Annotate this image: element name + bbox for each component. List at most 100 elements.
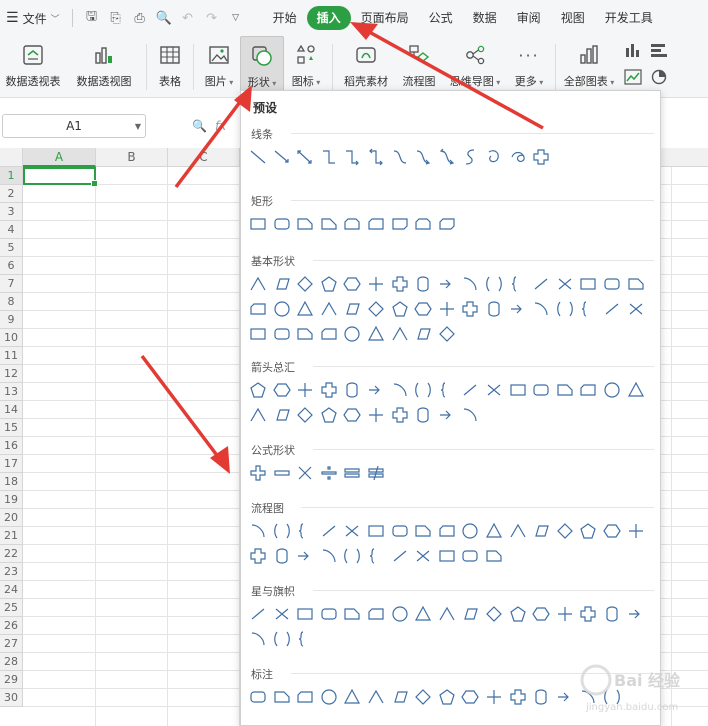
row-header[interactable]: 1: [0, 167, 23, 185]
shape-item[interactable]: [248, 380, 268, 400]
shape-item[interactable]: [484, 521, 504, 541]
shape-item[interactable]: [484, 687, 504, 707]
shape-item[interactable]: [342, 463, 362, 483]
shape-item[interactable]: [366, 299, 386, 319]
icons-button[interactable]: 图标 ▾: [284, 36, 328, 98]
shape-item[interactable]: [602, 274, 622, 294]
shape-item[interactable]: [531, 521, 551, 541]
shape-item[interactable]: [437, 214, 457, 234]
shape-item[interactable]: [248, 687, 268, 707]
shape-item[interactable]: [437, 299, 457, 319]
shape-item[interactable]: [366, 687, 386, 707]
shape-item[interactable]: [342, 521, 362, 541]
shape-item[interactable]: [413, 147, 433, 167]
shape-item[interactable]: [555, 380, 575, 400]
shape-item[interactable]: [626, 299, 646, 319]
shape-item[interactable]: [390, 274, 410, 294]
shape-item[interactable]: [555, 274, 575, 294]
shape-item[interactable]: [248, 147, 268, 167]
shape-item[interactable]: [342, 546, 362, 566]
column-header-c[interactable]: C: [168, 148, 240, 167]
shape-item[interactable]: [437, 380, 457, 400]
shape-item[interactable]: [295, 604, 315, 624]
row-header[interactable]: 4: [0, 221, 23, 239]
row-header[interactable]: 6: [0, 257, 23, 275]
print-preview-icon[interactable]: 🔍: [155, 9, 173, 27]
shape-item[interactable]: [248, 299, 268, 319]
shape-item[interactable]: [555, 521, 575, 541]
shape-item[interactable]: [413, 274, 433, 294]
row-header[interactable]: 25: [0, 599, 23, 617]
shape-item[interactable]: [484, 147, 504, 167]
shape-item[interactable]: [248, 274, 268, 294]
fx-label[interactable]: fx: [215, 119, 226, 133]
shape-item[interactable]: [319, 324, 339, 344]
shape-item[interactable]: [295, 546, 315, 566]
shape-item[interactable]: [342, 214, 362, 234]
shape-item[interactable]: [390, 405, 410, 425]
shape-item[interactable]: [413, 214, 433, 234]
shape-item[interactable]: [295, 463, 315, 483]
more-button[interactable]: ··· 更多 ▾: [507, 36, 551, 98]
shape-item[interactable]: [484, 380, 504, 400]
tab-4[interactable]: 数据: [463, 6, 507, 30]
shape-item[interactable]: [342, 324, 362, 344]
row-header[interactable]: 22: [0, 545, 23, 563]
undo-icon[interactable]: ↶: [179, 9, 197, 27]
shape-item[interactable]: [413, 604, 433, 624]
shapes-button[interactable]: 形状 ▾: [240, 36, 284, 98]
pivot-table-button[interactable]: 数据透视表: [0, 36, 66, 98]
shape-item[interactable]: [295, 687, 315, 707]
selected-cell-a1[interactable]: [23, 167, 98, 187]
shape-item[interactable]: [413, 405, 433, 425]
shape-item[interactable]: [272, 214, 292, 234]
shape-item[interactable]: [272, 546, 292, 566]
shape-item[interactable]: [366, 147, 386, 167]
name-box[interactable]: A1 ▼: [2, 114, 146, 138]
shape-item[interactable]: [508, 687, 528, 707]
shape-item[interactable]: [531, 380, 551, 400]
shape-item[interactable]: [602, 299, 622, 319]
shape-item[interactable]: [272, 147, 292, 167]
shape-item[interactable]: [460, 521, 480, 541]
shape-item[interactable]: [366, 274, 386, 294]
row-header[interactable]: 30: [0, 689, 23, 707]
tab-2[interactable]: 页面布局: [351, 6, 419, 30]
row-header[interactable]: 10: [0, 329, 23, 347]
shape-item[interactable]: [272, 405, 292, 425]
shape-item[interactable]: [248, 546, 268, 566]
mindmap-button[interactable]: 思维导图 ▾: [443, 36, 507, 98]
shape-item[interactable]: [319, 546, 339, 566]
shape-item[interactable]: [390, 521, 410, 541]
shape-item[interactable]: [437, 324, 457, 344]
shape-item[interactable]: [626, 380, 646, 400]
shape-item[interactable]: [413, 380, 433, 400]
row-header[interactable]: 15: [0, 419, 23, 437]
shape-item[interactable]: [366, 546, 386, 566]
shape-item[interactable]: [413, 299, 433, 319]
shape-item[interactable]: [484, 299, 504, 319]
shape-item[interactable]: [295, 521, 315, 541]
shape-item[interactable]: [531, 147, 551, 167]
shape-item[interactable]: [578, 274, 598, 294]
all-charts-button[interactable]: 全部图表 ▾: [560, 36, 618, 98]
pie-chart-icon[interactable]: [650, 69, 668, 88]
row-header[interactable]: 9: [0, 311, 23, 329]
save-icon[interactable]: 🖫: [83, 9, 101, 27]
shape-item[interactable]: [248, 463, 268, 483]
line-chart-icon[interactable]: [624, 69, 642, 88]
shape-item[interactable]: [437, 687, 457, 707]
shape-item[interactable]: [272, 380, 292, 400]
shape-item[interactable]: [531, 604, 551, 624]
shape-item[interactable]: [342, 604, 362, 624]
redo-icon[interactable]: ↷: [203, 9, 221, 27]
row-header[interactable]: 23: [0, 563, 23, 581]
row-header[interactable]: 19: [0, 491, 23, 509]
shape-item[interactable]: [319, 463, 339, 483]
shape-item[interactable]: [272, 687, 292, 707]
tab-5[interactable]: 审阅: [507, 6, 551, 30]
row-header[interactable]: 29: [0, 671, 23, 689]
shape-item[interactable]: [484, 546, 504, 566]
shape-item[interactable]: [272, 324, 292, 344]
shape-item[interactable]: [319, 687, 339, 707]
